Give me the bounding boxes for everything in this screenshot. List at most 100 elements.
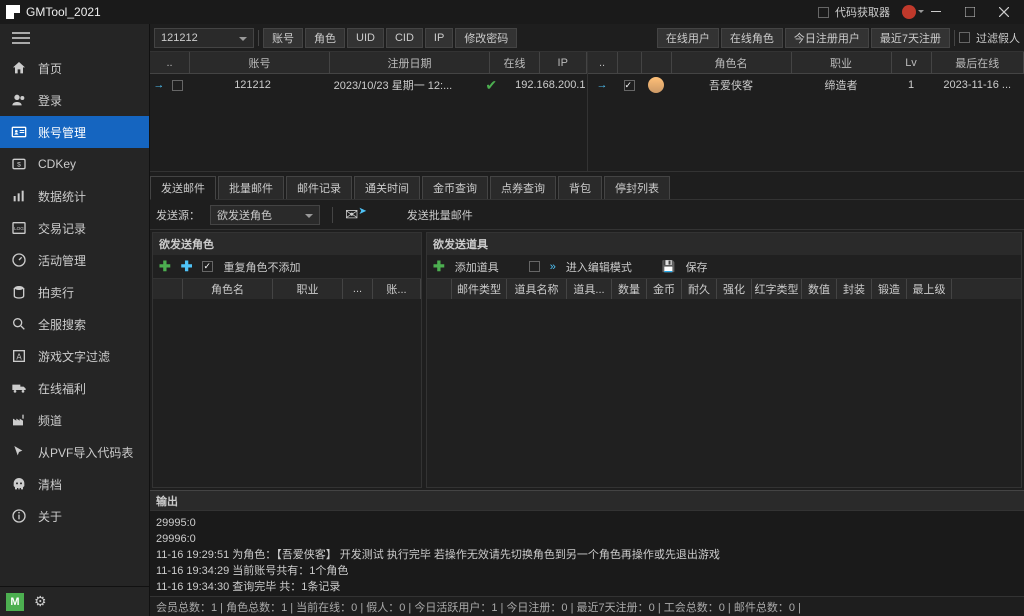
output-line: 29995:0	[156, 515, 1018, 531]
output-line: 11-16 19:29:51 为角色：【吾爱侠客】 开发测试 执行完毕 若操作无…	[156, 547, 1018, 563]
sidebar-item-9[interactable]: A游戏文字过滤	[0, 340, 149, 372]
hamburger-button[interactable]	[0, 24, 149, 52]
sidebar-item-6[interactable]: 活动管理	[0, 244, 149, 276]
filter-fake-label: 过滤假人	[976, 30, 1020, 46]
filter-btn-3[interactable]: CID	[386, 28, 423, 48]
search-combo[interactable]: 121212	[154, 28, 254, 48]
tab-6[interactable]: 背包	[558, 176, 602, 199]
filter-right-btn-2[interactable]: 今日注册用户	[785, 28, 869, 48]
filter-btn-4[interactable]: IP	[425, 28, 453, 48]
item-col-0[interactable]	[427, 279, 452, 299]
char-col-last[interactable]: 最后在线	[932, 52, 1024, 73]
char-col-lv[interactable]: Lv	[892, 52, 932, 73]
dup-checkbox[interactable]	[202, 261, 213, 272]
item-col-4[interactable]: 数量	[612, 279, 647, 299]
sidebar-item-5[interactable]: LOG交易记录	[0, 212, 149, 244]
tab-4[interactable]: 金币查询	[422, 176, 488, 199]
acct-col-ip[interactable]: IP	[540, 52, 587, 73]
filter-btn-0[interactable]: 账号	[263, 28, 303, 48]
tab-1[interactable]: 批量邮件	[218, 176, 284, 199]
sidebar-item-13[interactable]: 清档	[0, 468, 149, 500]
add-item-label[interactable]: 添加道具	[455, 259, 499, 275]
cursor-icon	[10, 443, 28, 461]
edit-mode-checkbox[interactable]	[529, 261, 540, 272]
sidebar-item-14[interactable]: 关于	[0, 500, 149, 532]
sidebar-item-3[interactable]: $CDKey	[0, 148, 149, 180]
item-col-7[interactable]: 强化	[717, 279, 752, 299]
item-col-5[interactable]: 金币	[647, 279, 682, 299]
close-button[interactable]	[990, 2, 1018, 22]
char-col-chk[interactable]	[618, 52, 642, 73]
filter-right-btn-0[interactable]: 在线用户	[657, 28, 719, 48]
role-col-4[interactable]: 账...	[373, 279, 421, 299]
dash-icon	[10, 251, 28, 269]
m-badge[interactable]: M	[6, 593, 24, 611]
minimize-button[interactable]	[922, 2, 950, 22]
sidebar-item-4[interactable]: 数据统计	[0, 180, 149, 212]
sidebar-item-12[interactable]: 从PVF导入代码表	[0, 436, 149, 468]
char-col-job[interactable]: 职业	[792, 52, 892, 73]
title-bar: GMTool_2021 代码获取器	[0, 0, 1024, 24]
edit-mode-label[interactable]: 进入编辑模式	[566, 259, 632, 275]
filter-btn-2[interactable]: UID	[347, 28, 384, 48]
mail-icon: ✉➤	[345, 205, 367, 225]
home-icon	[10, 59, 28, 77]
svg-text:LOG: LOG	[14, 226, 24, 231]
item-col-2[interactable]: 道具名称	[507, 279, 567, 299]
add-role-button[interactable]: ✚	[159, 258, 171, 275]
character-row[interactable]: → 吾爱侠客 缔造者 1 2023-11-16 ...	[588, 74, 1024, 96]
output-log[interactable]: 29995:029996:011-16 19:29:51 为角色：【吾爱侠客】 …	[150, 510, 1024, 596]
filter-fake-checkbox[interactable]	[959, 32, 970, 43]
add-role-alt-button[interactable]: ✚	[181, 258, 193, 275]
sidebar-item-11[interactable]: 频道	[0, 404, 149, 436]
tab-2[interactable]: 邮件记录	[286, 176, 352, 199]
tab-7[interactable]: 停封列表	[604, 176, 670, 199]
record-indicator-icon[interactable]	[902, 5, 916, 19]
maximize-button[interactable]	[956, 2, 984, 22]
item-col-12[interactable]: 最上级	[907, 279, 952, 299]
acct-col-sel[interactable]: ..	[150, 52, 190, 73]
item-col-3[interactable]: 道具...	[567, 279, 612, 299]
char-col-name[interactable]: 角色名	[672, 52, 792, 73]
item-col-6[interactable]: 耐久	[682, 279, 717, 299]
tab-3[interactable]: 通关时间	[354, 176, 420, 199]
sidebar-item-2[interactable]: 账号管理	[0, 116, 149, 148]
tab-0[interactable]: 发送邮件	[150, 176, 216, 200]
dup-label: 重复角色不添加	[223, 259, 300, 275]
filter-btn-1[interactable]: 角色	[305, 28, 345, 48]
role-col-2[interactable]: 职业	[273, 279, 343, 299]
role-col-3[interactable]: ...	[343, 279, 373, 299]
item-col-11[interactable]: 锻造	[872, 279, 907, 299]
sidebar-item-8[interactable]: 全服搜索	[0, 308, 149, 340]
sidebar-item-10[interactable]: 在线福利	[0, 372, 149, 404]
sidebar-item-1[interactable]: 登录	[0, 84, 149, 116]
role-col-1[interactable]: 角色名	[183, 279, 273, 299]
item-col-9[interactable]: 数值	[802, 279, 837, 299]
char-col-sel[interactable]: ..	[588, 52, 618, 73]
tab-5[interactable]: 点券查询	[490, 176, 556, 199]
gear-icon[interactable]: ⚙	[34, 593, 47, 610]
dollar-icon: $	[10, 155, 28, 173]
send-source-combo[interactable]: 欲发送角色	[210, 205, 320, 225]
char-col-avatar[interactable]	[642, 52, 672, 73]
sidebar-item-label: 全服搜索	[38, 316, 86, 333]
save-button[interactable]: 保存	[686, 259, 708, 275]
code-getter-checkbox[interactable]	[818, 7, 829, 18]
filter-btn-5[interactable]: 修改密码	[455, 28, 517, 48]
acct-col-account[interactable]: 账号	[190, 52, 330, 73]
row-checkbox[interactable]	[172, 80, 183, 91]
account-row[interactable]: → 121212 2023/10/23 星期一 12:... ✔ 192.168…	[150, 74, 587, 96]
filter-right-btn-1[interactable]: 在线角色	[721, 28, 783, 48]
acct-col-regdate[interactable]: 注册日期	[330, 52, 490, 73]
sidebar-item-0[interactable]: 首页	[0, 52, 149, 84]
row-checkbox[interactable]	[624, 80, 635, 91]
item-col-10[interactable]: 封装	[837, 279, 872, 299]
filter-right-btn-3[interactable]: 最近7天注册	[871, 28, 950, 48]
role-col-0[interactable]	[153, 279, 183, 299]
send-bulk-button[interactable]: 发送批量邮件	[407, 207, 473, 223]
item-col-8[interactable]: 红字类型	[752, 279, 802, 299]
item-col-1[interactable]: 邮件类型	[452, 279, 507, 299]
add-item-button[interactable]: ✚	[433, 258, 445, 275]
sidebar-item-7[interactable]: 拍卖行	[0, 276, 149, 308]
acct-col-online[interactable]: 在线	[490, 52, 540, 73]
